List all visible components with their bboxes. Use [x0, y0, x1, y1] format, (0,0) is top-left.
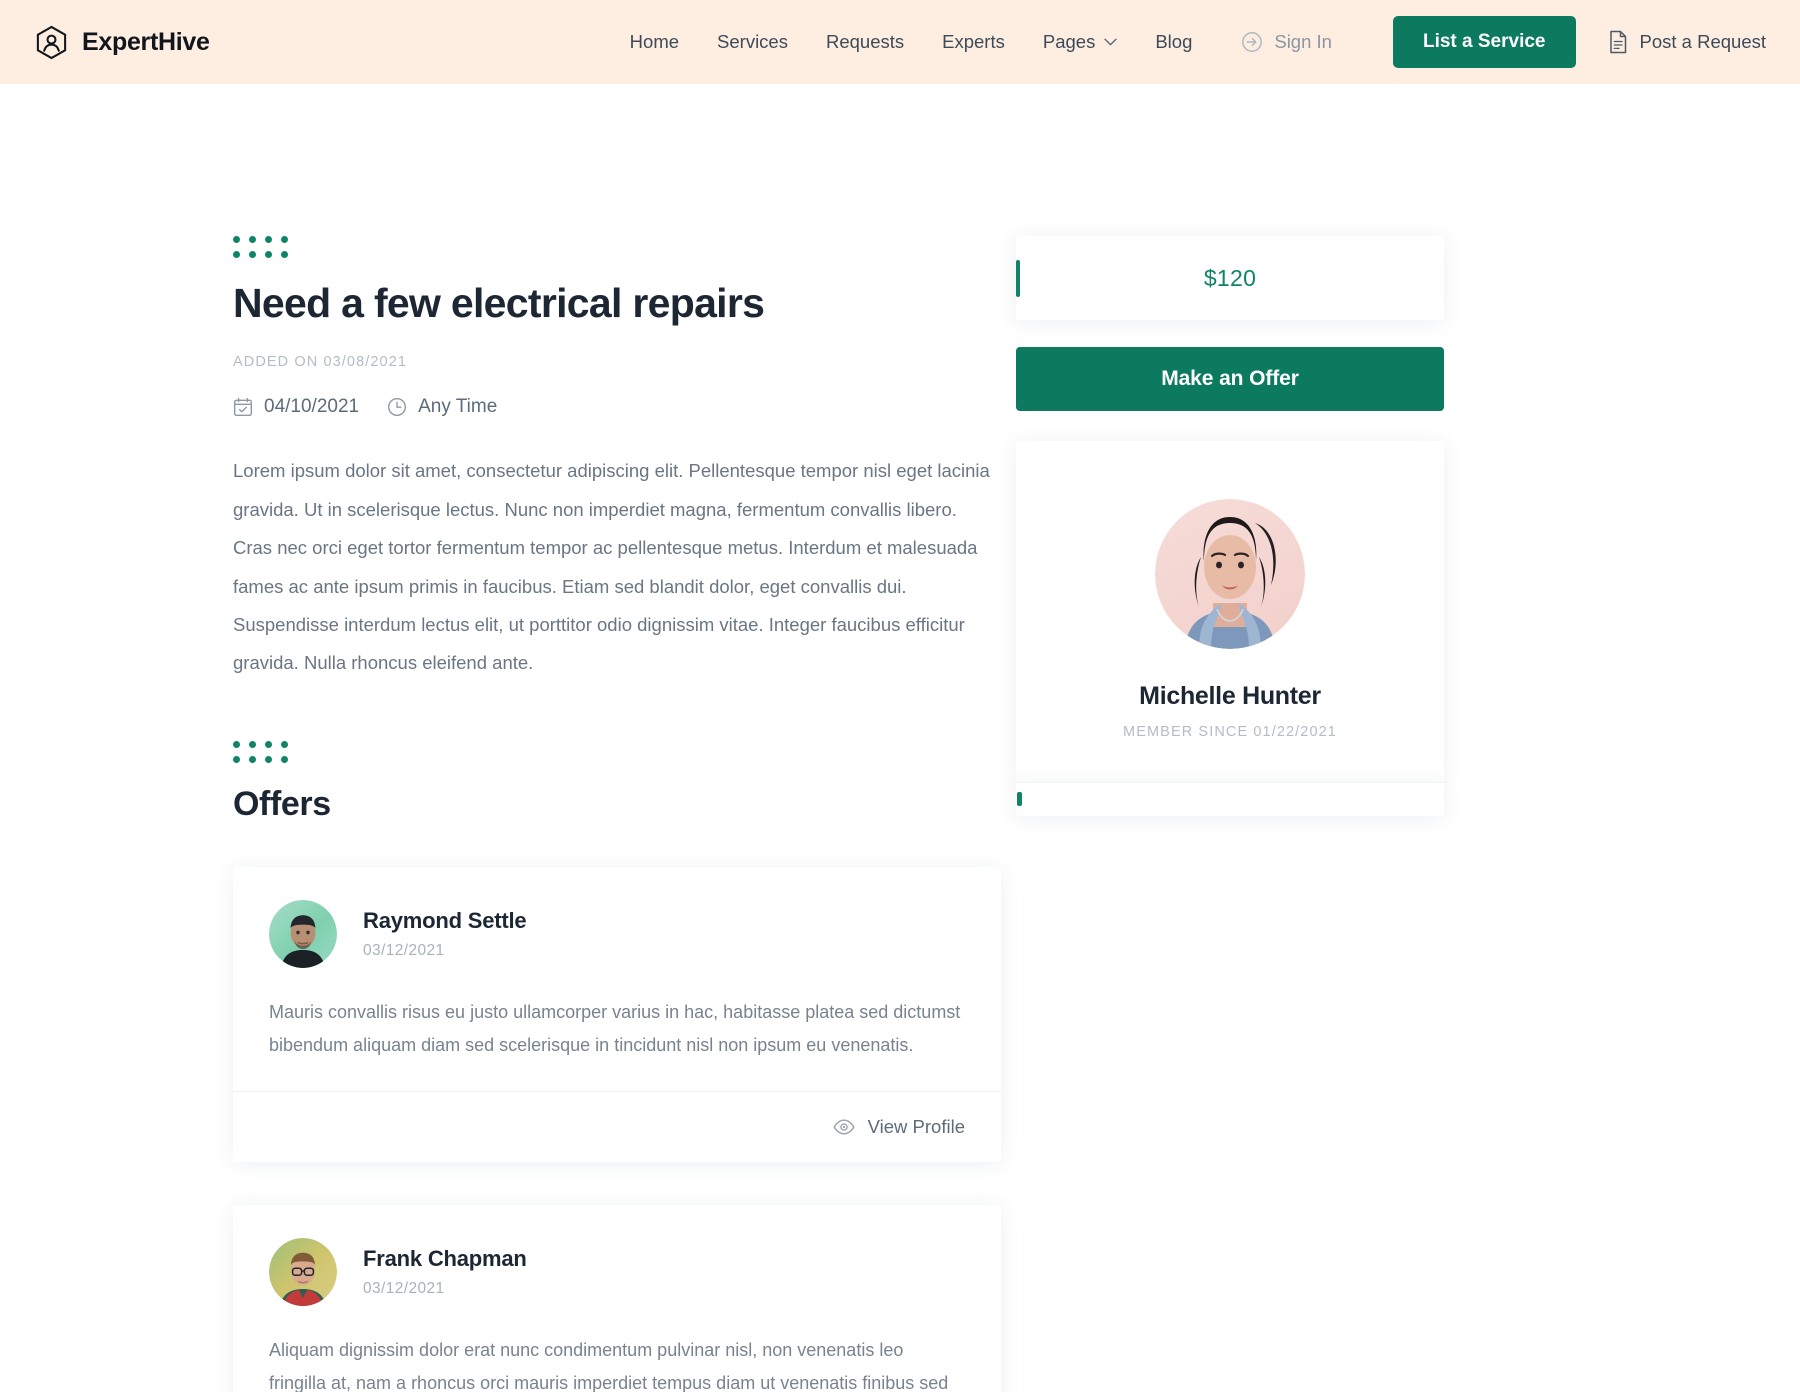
- nav-label: Experts: [942, 31, 1005, 52]
- chevron-down-icon: [1104, 38, 1118, 46]
- make-an-offer-button[interactable]: Make an Offer: [1016, 347, 1444, 411]
- request-meta-row: 04/10/2021 Any Time: [233, 396, 1000, 418]
- added-on-label: ADDED ON 03/08/2021: [233, 354, 408, 371]
- offer-author-info: Raymond Settle 03/12/2021: [363, 907, 527, 960]
- post-a-request-label: Post a Request: [1639, 31, 1767, 52]
- brand-name: ExpertHive: [82, 27, 210, 56]
- offer-card-body: Frank Chapman 03/12/2021 Aliquam digniss…: [233, 1205, 1001, 1392]
- request-date: 04/10/2021: [233, 396, 359, 418]
- offer-card: Frank Chapman 03/12/2021 Aliquam digniss…: [233, 1205, 1001, 1392]
- offers-heading: Offers: [233, 784, 331, 823]
- brand-logo[interactable]: ExpertHive: [34, 25, 210, 60]
- list-a-service-button[interactable]: List a Service: [1392, 16, 1576, 68]
- offers-section-header: Offers: [233, 740, 1000, 824]
- nav-label: Requests: [825, 31, 905, 52]
- nav-label: Blog: [1155, 31, 1193, 52]
- avatar: [269, 899, 337, 968]
- offer-author-name: Frank Chapman: [363, 1246, 527, 1272]
- offer-card-footer: View Profile: [233, 1091, 1001, 1162]
- document-icon: [1608, 30, 1628, 54]
- request-time-value: Any Time: [418, 396, 498, 418]
- avatar: [1155, 499, 1305, 649]
- eye-icon: [833, 1119, 855, 1135]
- request-date-value: 04/10/2021: [264, 396, 360, 418]
- sign-in-icon: [1241, 31, 1263, 53]
- offer-text: Mauris convallis risus eu justo ullamcor…: [269, 1001, 961, 1055]
- owner-name: Michelle Hunter: [1139, 682, 1321, 710]
- price-value: $120: [1203, 264, 1257, 291]
- clock-icon: [387, 397, 407, 417]
- accent-bar: [1017, 792, 1022, 806]
- price-accent-bar: [1016, 260, 1020, 297]
- calendar-check-icon: [233, 397, 253, 417]
- offer-text: Aliquam dignissim dolor erat nunc condim…: [269, 1340, 949, 1392]
- price-card: $120: [1016, 236, 1444, 320]
- request-sidebar: $120 Make an Offer Michelle Hunter MEMBE…: [1016, 84, 1446, 1392]
- page-title: Need a few electrical repairs: [233, 280, 765, 326]
- post-a-request-button[interactable]: Post a Request: [1576, 30, 1767, 54]
- nav-label: Services: [717, 31, 788, 52]
- request-description: Lorem ipsum dolor sit amet, consectetur …: [233, 460, 990, 674]
- main-navigation: Home Services Requests Experts Pages Blo…: [611, 31, 1351, 53]
- view-profile-label: View Profile: [867, 1116, 965, 1138]
- view-profile-link[interactable]: View Profile: [833, 1116, 965, 1138]
- dot-grid-decoration: [233, 740, 1000, 763]
- nav-item-blog[interactable]: Blog: [1136, 31, 1211, 53]
- offer-date: 03/12/2021: [363, 1280, 445, 1298]
- offer-card: Raymond Settle 03/12/2021 Mauris convall…: [233, 866, 1001, 1163]
- offer-author: Frank Chapman 03/12/2021: [269, 1238, 965, 1307]
- nav-item-services[interactable]: Services: [698, 31, 807, 53]
- sign-in-label: Sign In: [1274, 31, 1332, 52]
- dot-grid-decoration: [233, 236, 1000, 258]
- avatar: [269, 1238, 337, 1307]
- offer-author-info: Frank Chapman 03/12/2021: [363, 1246, 527, 1298]
- header-actions: List a Service Post a Request: [1392, 16, 1767, 68]
- sign-in-button[interactable]: Sign In: [1211, 31, 1351, 53]
- member-since-label: MEMBER SINCE 01/22/2021: [1123, 724, 1337, 740]
- offer-author: Raymond Settle 03/12/2021: [269, 899, 965, 968]
- nav-label: Home: [629, 31, 680, 52]
- profile-card-footer: [1016, 782, 1444, 816]
- site-header: ExpertHive Home Services Requests Expert…: [0, 0, 1800, 84]
- offer-card-body: Raymond Settle 03/12/2021 Mauris convall…: [233, 867, 1001, 1092]
- hexagon-user-icon: [34, 25, 69, 60]
- offer-date: 03/12/2021: [363, 941, 445, 959]
- nav-item-requests[interactable]: Requests: [807, 31, 923, 53]
- offer-author-name: Raymond Settle: [363, 907, 527, 933]
- nav-item-pages[interactable]: Pages: [1024, 31, 1136, 53]
- nav-label: Pages: [1042, 31, 1096, 52]
- nav-item-home[interactable]: Home: [611, 31, 698, 53]
- request-time: Any Time: [387, 396, 497, 418]
- request-detail-column: Need a few electrical repairs ADDED ON 0…: [0, 84, 1001, 1392]
- owner-profile-card: Michelle Hunter MEMBER SINCE 01/22/2021: [1016, 441, 1444, 816]
- page-body: Need a few electrical repairs ADDED ON 0…: [0, 84, 1800, 1392]
- nav-item-experts[interactable]: Experts: [923, 31, 1024, 53]
